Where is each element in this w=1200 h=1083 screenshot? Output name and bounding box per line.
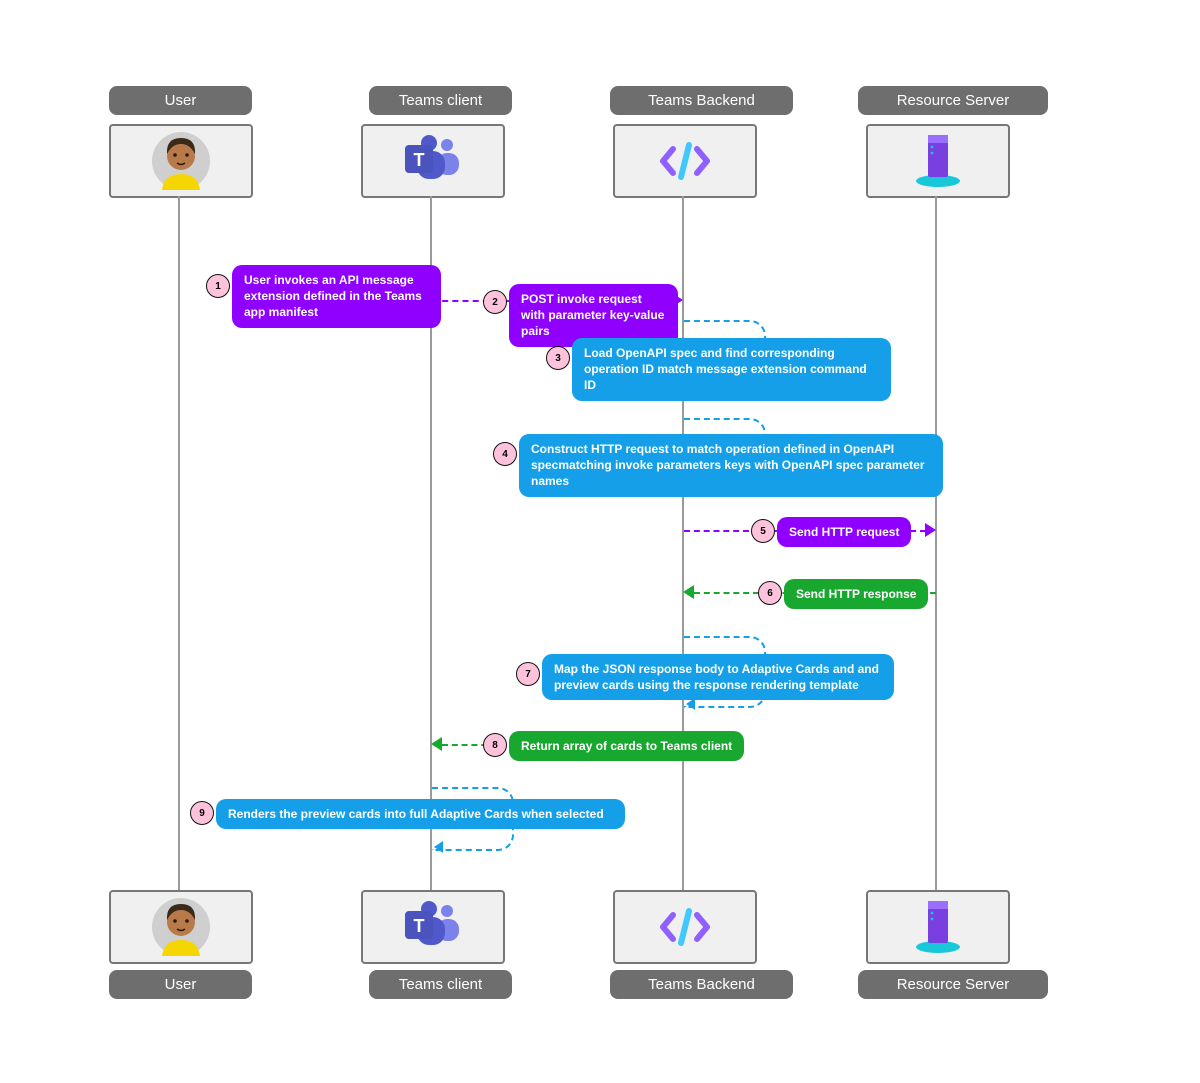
sequence-diagram: User Teams client Teams Backend Resource… [0,0,1200,1083]
step-4-num: 4 [493,442,517,466]
actor-server-top [866,124,1010,198]
actor-backend-bottom [613,890,757,964]
teams-icon: T [403,135,463,187]
step-8-arrowhead [431,737,442,751]
server-icon [911,133,965,189]
code-icon [659,141,711,181]
svg-text:T: T [414,150,425,170]
step-7-num: 7 [516,662,540,686]
lane-label-user: User [109,86,252,115]
lane-label-server: Resource Server [858,86,1048,115]
step-3-num: 3 [546,346,570,370]
teams-icon: T [403,901,463,953]
lane-label-user-bottom: User [109,970,252,999]
actor-user-top [109,124,253,198]
actor-user-bottom [109,890,253,964]
lane-label-backend-bottom: Teams Backend [610,970,793,999]
step-5-msg: Send HTTP request [777,517,911,547]
lane-label-client: Teams client [369,86,512,115]
actor-client-bottom: T [361,890,505,964]
svg-text:T: T [414,916,425,936]
step-3-msg: Load OpenAPI spec and find corresponding… [572,338,891,401]
server-icon [911,899,965,955]
step-1-num: 1 [206,274,230,298]
lifeline-user [178,196,180,890]
step-5-arrowhead [925,523,936,537]
lane-label-server-bottom: Resource Server [858,970,1048,999]
step-1-msg: User invokes an API message extension de… [232,265,441,328]
code-icon [659,907,711,947]
step-9-loop-arrow [434,841,443,853]
step-2-num: 2 [483,290,507,314]
actor-backend-top [613,124,757,198]
step-6-arrowhead [683,585,694,599]
lane-label-client-bottom: Teams client [369,970,512,999]
step-8-num: 8 [483,733,507,757]
step-9-num: 9 [190,801,214,825]
step-5-num: 5 [751,519,775,543]
step-9-msg: Renders the preview cards into full Adap… [216,799,625,829]
step-4-msg: Construct HTTP request to match operatio… [519,434,943,497]
step-6-num: 6 [758,581,782,605]
step-7-msg: Map the JSON response body to Adaptive C… [542,654,894,700]
step-8-msg: Return array of cards to Teams client [509,731,744,761]
user-avatar-icon [152,132,210,190]
user-avatar-icon [152,898,210,956]
actor-server-bottom [866,890,1010,964]
lane-label-backend: Teams Backend [610,86,793,115]
actor-client-top: T [361,124,505,198]
step-6-msg: Send HTTP response [784,579,928,609]
lifeline-server [935,196,937,890]
